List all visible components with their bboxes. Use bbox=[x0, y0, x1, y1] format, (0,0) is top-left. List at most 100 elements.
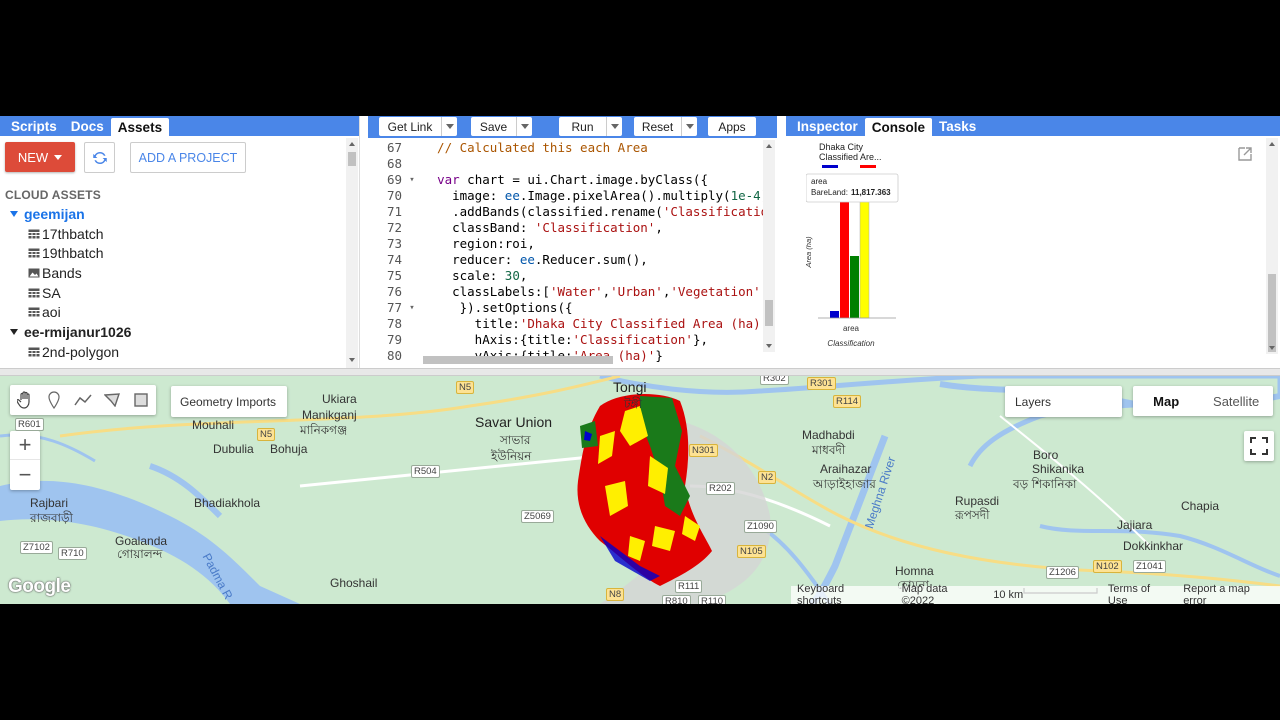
scroll-thumb[interactable] bbox=[1268, 274, 1276, 352]
scroll-down-icon[interactable] bbox=[349, 358, 355, 362]
code-line[interactable]: 68 bbox=[368, 156, 763, 172]
caret-down-icon bbox=[54, 154, 63, 160]
code-line[interactable]: 71 .addBands(classified.rename('Classifi… bbox=[368, 204, 763, 220]
get-link-dropdown[interactable] bbox=[441, 117, 457, 136]
map-footer: Keyboard shortcuts Map data ©2022 10 km … bbox=[791, 583, 1280, 604]
asset-folder[interactable]: geemijan bbox=[0, 204, 345, 224]
asset-item[interactable]: aoi bbox=[0, 302, 345, 322]
rectangle-tool[interactable] bbox=[126, 385, 155, 415]
zoom-in-button[interactable]: + bbox=[10, 431, 40, 460]
fold-toggle[interactable] bbox=[406, 204, 418, 220]
road-label: Z1206 bbox=[1046, 566, 1079, 579]
polygon-tool[interactable] bbox=[97, 385, 126, 415]
code-line[interactable]: 74 reducer: ee.Reducer.sum(), bbox=[368, 252, 763, 268]
code-line[interactable]: 79 hAxis:{title:'Classification'}, bbox=[368, 332, 763, 348]
place-label: রাজবাড়ী bbox=[30, 511, 73, 525]
tab-assets[interactable]: Assets bbox=[110, 118, 170, 136]
code-area[interactable]: 67 // Calculated this each Area 68 69 ▾ var… bbox=[368, 140, 763, 364]
fold-toggle[interactable] bbox=[406, 316, 418, 332]
get-link-button[interactable]: Get Link bbox=[379, 117, 441, 136]
code-line[interactable]: 76 classLabels:['Water','Urban','Vegetat… bbox=[368, 284, 763, 300]
point-tool[interactable] bbox=[39, 385, 68, 415]
scroll-down-icon[interactable] bbox=[766, 344, 772, 348]
report-error-link[interactable]: Report a map error bbox=[1183, 583, 1274, 604]
keyboard-shortcuts-link[interactable]: Keyboard shortcuts bbox=[797, 583, 890, 604]
panel-map-divider[interactable] bbox=[0, 368, 1280, 376]
code-line[interactable]: 77 ▾ }).setOptions({ bbox=[368, 300, 763, 316]
open-in-new-icon[interactable] bbox=[1238, 147, 1252, 161]
fold-toggle[interactable] bbox=[406, 284, 418, 300]
fold-toggle[interactable] bbox=[406, 252, 418, 268]
asset-item[interactable]: 2nd-polygon bbox=[0, 342, 345, 362]
scroll-up-icon[interactable] bbox=[766, 144, 772, 148]
scroll-up-icon[interactable] bbox=[1269, 142, 1275, 146]
fold-toggle[interactable] bbox=[406, 348, 418, 364]
tab-scripts[interactable]: Scripts bbox=[0, 116, 64, 136]
road-label: R114 bbox=[833, 395, 862, 408]
geometry-imports-button[interactable]: Geometry Imports bbox=[171, 386, 287, 417]
layers-button[interactable]: Layers bbox=[1005, 386, 1122, 417]
fold-toggle[interactable]: ▾ bbox=[406, 300, 418, 316]
map-type-satellite[interactable]: Satellite bbox=[1199, 386, 1273, 416]
asset-item[interactable]: 19thbatch bbox=[0, 243, 345, 263]
code-line[interactable]: 73 region:roi, bbox=[368, 236, 763, 252]
fullscreen-button[interactable] bbox=[1244, 431, 1274, 461]
reset-dropdown[interactable] bbox=[681, 117, 697, 136]
save-button[interactable]: Save bbox=[471, 117, 516, 136]
fold-toggle[interactable]: ▾ bbox=[406, 172, 418, 188]
run-dropdown[interactable] bbox=[606, 117, 622, 136]
tab-console[interactable]: Console bbox=[864, 118, 933, 136]
code-line[interactable]: 70 image: ee.Image.pixelArea().multiply(… bbox=[368, 188, 763, 204]
scroll-thumb[interactable] bbox=[765, 300, 773, 326]
map-view[interactable]: Geometry Imports Layers Map Satellite + … bbox=[0, 376, 1280, 604]
apps-button[interactable]: Apps bbox=[708, 117, 756, 136]
tab-tasks[interactable]: Tasks bbox=[932, 116, 983, 136]
class-area-chart[interactable]: Dhaka CityClassified Are... area Classific… bbox=[806, 142, 916, 352]
table-icon bbox=[28, 248, 40, 258]
new-button[interactable]: NEW bbox=[5, 142, 75, 172]
scroll-down-icon[interactable] bbox=[1269, 346, 1275, 350]
add-project-button[interactable]: ADD A PROJECT bbox=[130, 142, 246, 173]
fold-toggle[interactable] bbox=[406, 268, 418, 284]
fold-toggle[interactable] bbox=[406, 236, 418, 252]
fold-toggle[interactable] bbox=[406, 220, 418, 236]
asset-item[interactable]: SA bbox=[0, 283, 345, 303]
tab-docs[interactable]: Docs bbox=[64, 116, 111, 136]
code-line[interactable]: 69 ▾ var chart = ui.Chart.image.byClass({ bbox=[368, 172, 763, 188]
scroll-up-icon[interactable] bbox=[349, 142, 355, 146]
refresh-button[interactable] bbox=[84, 142, 115, 173]
legend-swatch bbox=[860, 165, 876, 168]
save-dropdown[interactable] bbox=[516, 117, 532, 136]
tab-inspector[interactable]: Inspector bbox=[786, 116, 865, 136]
code-line[interactable]: 72 classBand: 'Classification', bbox=[368, 220, 763, 236]
line-tool[interactable] bbox=[68, 385, 97, 415]
expand-triangle-icon[interactable] bbox=[10, 328, 18, 335]
map-data-attribution: Map data ©2022 bbox=[901, 583, 948, 604]
map-type-map[interactable]: Map bbox=[1133, 386, 1199, 416]
code-line[interactable]: 67 // Calculated this each Area bbox=[368, 140, 763, 156]
table-icon bbox=[28, 229, 40, 239]
code-line[interactable]: 75 scale: 30, bbox=[368, 268, 763, 284]
expand-triangle-icon[interactable] bbox=[10, 210, 18, 217]
code-horizontal-scrollbar[interactable] bbox=[423, 356, 613, 364]
fold-toggle[interactable] bbox=[406, 188, 418, 204]
zoom-out-button[interactable]: − bbox=[10, 460, 40, 489]
road-label: Z1041 bbox=[1133, 560, 1166, 573]
asset-item[interactable]: 17thbatch bbox=[0, 224, 345, 244]
scroll-thumb[interactable] bbox=[348, 152, 356, 166]
fold-toggle[interactable] bbox=[406, 332, 418, 348]
console-scrollbar[interactable] bbox=[1266, 138, 1278, 354]
run-button[interactable]: Run bbox=[559, 117, 606, 136]
asset-folder[interactable]: ee-rmijanur1026 bbox=[0, 322, 345, 342]
fold-toggle[interactable] bbox=[406, 140, 418, 156]
code-line[interactable]: 78 title:'Dhaka City Classified Area (ha… bbox=[368, 316, 763, 332]
asset-item[interactable]: Bands bbox=[0, 263, 345, 283]
place-label: Rajbari bbox=[30, 496, 69, 510]
fold-toggle[interactable] bbox=[406, 156, 418, 172]
code-vertical-scrollbar[interactable] bbox=[763, 140, 775, 352]
terms-link[interactable]: Terms of Use bbox=[1108, 583, 1171, 604]
asset-scrollbar[interactable] bbox=[346, 138, 358, 368]
asset-label: Bands bbox=[42, 264, 82, 281]
pan-tool[interactable] bbox=[10, 385, 39, 415]
reset-button[interactable]: Reset bbox=[634, 117, 681, 136]
